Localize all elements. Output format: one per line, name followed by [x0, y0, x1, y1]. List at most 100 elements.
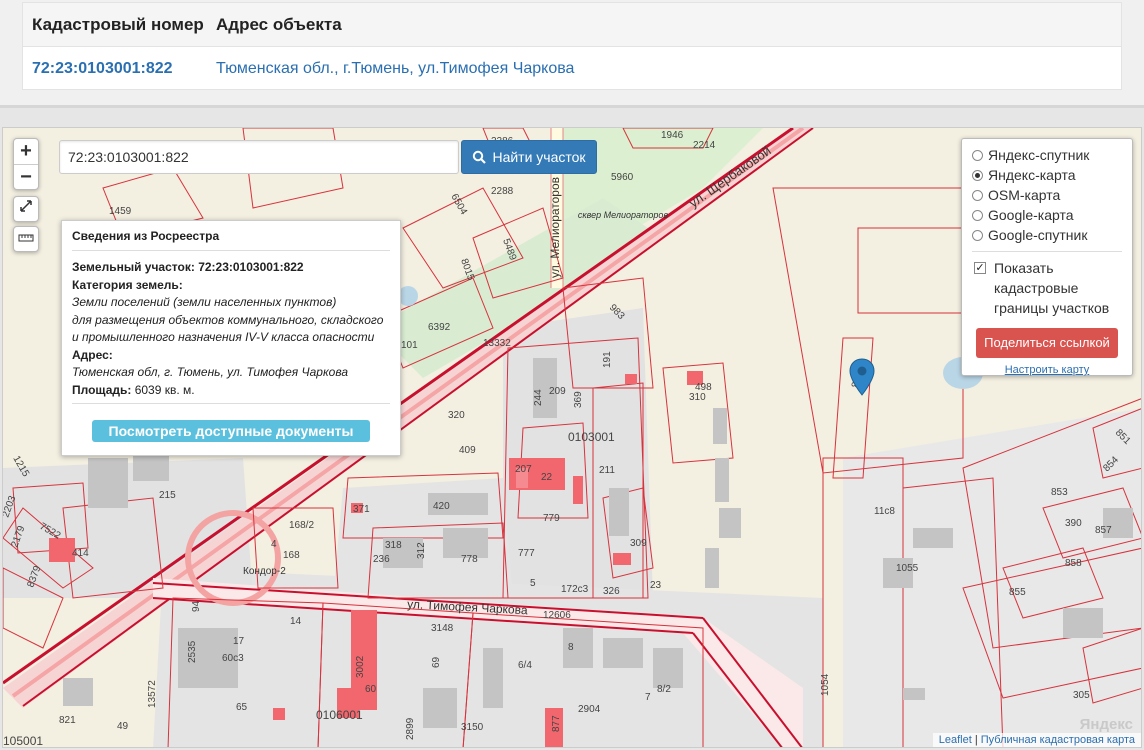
cadastral-number-link[interactable]: 72:23:0103001:822 — [23, 60, 216, 78]
map-label: 1946 — [661, 130, 684, 141]
fullscreen-button[interactable] — [13, 196, 39, 222]
table-row[interactable]: 72:23:0103001:822 Тюменская обл., г.Тюме… — [23, 47, 1121, 91]
category-value: Земли поселений (земли населенных пункто… — [72, 295, 337, 309]
map-label: 8 — [568, 642, 574, 653]
category-desc-line1: для размещения объектов коммунального, с… — [72, 312, 384, 327]
map-label: 1459 — [109, 206, 132, 217]
map-label: 305 — [1073, 690, 1090, 701]
category-label: Категория земель: — [72, 277, 183, 292]
map-label: 14 — [290, 616, 302, 627]
map-label: 13572 — [147, 680, 158, 708]
map-label: 22 — [541, 472, 553, 483]
find-parcel-button[interactable]: Найти участок — [461, 140, 597, 174]
address-value: Тюменская обл, г. Тюмень, ул. Тимофея Ча… — [72, 365, 348, 379]
layer-option-yandex-map[interactable]: Яндекс-карта — [972, 165, 1122, 185]
layer-option-label: Яндекс-карта — [988, 167, 1076, 183]
result-panel: Кадастровый номер Адрес объекта 72:23:01… — [0, 0, 1144, 108]
layer-option-osm-map[interactable]: OSM-карта — [972, 185, 1122, 205]
map-label: 209 — [549, 386, 566, 397]
layer-option-yandex-satellite[interactable]: Яндекс-спутник — [972, 145, 1122, 165]
map-label: 17 — [233, 636, 245, 647]
map-label: 3150 — [461, 722, 484, 733]
map-label: 5 — [530, 578, 536, 589]
map-label: 3002 — [355, 655, 366, 678]
parcel-value: 72:23:0103001:822 — [198, 260, 304, 274]
map-label: 821 — [59, 715, 76, 726]
map-label: 369 — [573, 391, 584, 408]
block-label-0106001: 0106001 — [316, 708, 363, 722]
map-label: 3148 — [431, 623, 454, 634]
expand-icon — [20, 200, 32, 212]
radio-button[interactable] — [972, 209, 983, 221]
layer-option-google-satellite[interactable]: Google-спутник — [972, 225, 1122, 245]
layer-option-google-map[interactable]: Google-карта — [972, 205, 1122, 225]
map-label: 498 — [695, 382, 712, 393]
street-label-melioratorov: ул. Мелиораторов — [548, 177, 562, 278]
map-label: 2899 — [405, 717, 416, 740]
map-label: 877 — [551, 715, 562, 732]
parcel-label: Земельный участок: — [72, 260, 195, 274]
map-attribution: Leaflet | Публичная кадастровая карта — [932, 733, 1141, 747]
result-table-header: Кадастровый номер Адрес объекта — [23, 3, 1121, 47]
search-icon — [473, 150, 487, 164]
map-label: 101 — [401, 340, 418, 351]
area-label: Площадь: — [72, 382, 132, 397]
map-label: 853 — [1051, 487, 1068, 498]
map-label: 2535 — [187, 640, 198, 663]
map-label: 1055 — [896, 563, 919, 574]
address-label: Адрес: — [72, 347, 113, 362]
address-link[interactable]: Тюменская обл., г.Тюмень, ул.Тимофея Чар… — [216, 60, 574, 78]
map-label: 6392 — [428, 322, 451, 333]
map-label: 5960 — [611, 172, 634, 183]
attribution-separator: | — [971, 734, 981, 746]
radio-button[interactable] — [972, 149, 983, 161]
map-label: 2904 — [578, 704, 601, 715]
map-label: 236 — [373, 554, 390, 565]
show-borders-toggle[interactable]: ✓ Показать кадастровые границы участков — [972, 258, 1122, 318]
map-label: 168 — [283, 550, 300, 561]
column-header-address: Адрес объекта — [216, 14, 342, 34]
map-label: 414 — [72, 548, 89, 559]
column-header-cadastral: Кадастровый номер — [32, 14, 204, 34]
layer-option-label: Google-спутник — [988, 227, 1088, 243]
square-label: сквер Мелиораторов — [578, 210, 668, 220]
map-label: 312 — [416, 542, 427, 559]
leaflet-link[interactable]: Leaflet — [939, 734, 972, 746]
map-label: 320 — [448, 410, 465, 421]
map-label: 69 — [431, 656, 442, 668]
setup-map-link[interactable]: Настроить карту — [972, 364, 1122, 376]
zoom-in-button[interactable]: + — [14, 139, 38, 164]
checkbox[interactable]: ✓ — [974, 262, 986, 274]
map-label: 326 — [603, 586, 620, 597]
search-input[interactable] — [59, 140, 459, 174]
radio-button-selected[interactable] — [972, 169, 983, 181]
map-label: 390 — [1065, 518, 1082, 529]
radio-button[interactable] — [972, 229, 983, 241]
layer-option-label: OSM-карта — [988, 187, 1061, 203]
map-label: 65 — [236, 702, 248, 713]
layer-option-label: Google-карта — [988, 207, 1074, 223]
map-label: 857 — [1095, 525, 1112, 536]
cadastral-map[interactable]: 2286 1946 2214 5960 2288 6504 1459 5489 … — [2, 127, 1142, 748]
area-value: 6039 кв. м. — [134, 382, 195, 397]
block-label-0103001: 0103001 — [568, 430, 615, 444]
zoom-out-button[interactable]: − — [14, 164, 38, 189]
zoom-control[interactable]: + − — [13, 138, 39, 190]
map-label: 172с3 — [561, 584, 589, 595]
location-pin-icon[interactable] — [849, 358, 875, 401]
map-label: 2214 — [693, 140, 716, 151]
public-cadastral-map-link[interactable]: Публичная кадастровая карта — [981, 734, 1135, 746]
show-borders-label-line3: границы участков — [994, 300, 1110, 316]
radio-button[interactable] — [972, 189, 983, 201]
ruler-button[interactable] — [13, 226, 39, 252]
map-label: 207 — [515, 464, 532, 475]
show-borders-label-line1: Показать — [994, 260, 1054, 276]
map-label: 49 — [117, 721, 129, 732]
map-label: 94 — [191, 600, 202, 612]
share-link-button[interactable]: Поделиться ссылкой — [976, 328, 1118, 358]
layer-switcher: Яндекс-спутник Яндекс-карта OSM-карта Go… — [961, 138, 1133, 376]
map-label: 318 — [385, 540, 402, 551]
map-label: 244 — [533, 389, 544, 406]
map-label: 60с3 — [222, 653, 244, 664]
view-documents-button[interactable]: Посмотреть доступные документы — [92, 420, 370, 442]
